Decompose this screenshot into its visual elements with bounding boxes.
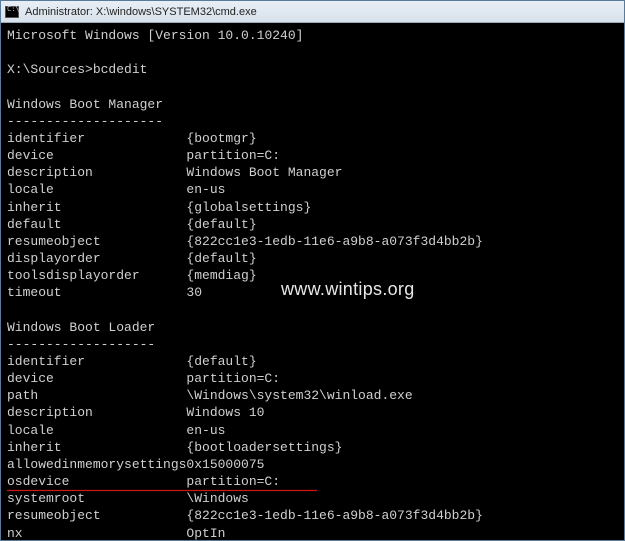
- output-row: allowedinmemorysettings0x15000075: [7, 456, 618, 473]
- output-key: osdevice: [7, 473, 186, 490]
- output-value: {bootmgr}: [186, 131, 256, 146]
- output-key: timeout: [7, 284, 186, 301]
- output-value: Windows Boot Manager: [186, 165, 342, 180]
- output-key: inherit: [7, 199, 186, 216]
- output-value: {default}: [186, 217, 256, 232]
- output-key: systemroot: [7, 490, 186, 507]
- output-value: {globalsettings}: [186, 200, 311, 215]
- output-row: identifier{bootmgr}: [7, 130, 618, 147]
- output-row: inherit{bootloadersettings}: [7, 439, 618, 456]
- highlighted-row: osdevicepartition=C:: [7, 473, 618, 490]
- typed-command: bcdedit: [93, 62, 148, 77]
- blank-line: [7, 44, 618, 61]
- output-row: devicepartition=C:: [7, 370, 618, 387]
- output-key: nx: [7, 525, 186, 540]
- banner-row: Microsoft Windows [Version 10.0.10240]: [7, 27, 618, 44]
- section-rule-row: -------------------: [7, 336, 618, 353]
- output-key: path: [7, 387, 186, 404]
- output-key: inherit: [7, 439, 186, 456]
- output-key: resumeobject: [7, 507, 186, 524]
- output-key: description: [7, 164, 186, 181]
- output-key: displayorder: [7, 250, 186, 267]
- section-rule: -------------------: [7, 337, 155, 352]
- section-title: Windows Boot Loader: [7, 320, 155, 335]
- terminal-output[interactable]: Microsoft Windows [Version 10.0.10240] X…: [1, 23, 624, 540]
- output-row: path\Windows\system32\winload.exe: [7, 387, 618, 404]
- section-rule-row: --------------------: [7, 113, 618, 130]
- section-title-row: Windows Boot Loader: [7, 319, 618, 336]
- output-row: localeen-us: [7, 422, 618, 439]
- output-row: identifier{default}: [7, 353, 618, 370]
- output-key: toolsdisplayorder: [7, 267, 186, 284]
- prompt-row: X:\Sources>bcdedit: [7, 61, 618, 78]
- output-value: {memdiag}: [186, 268, 256, 283]
- output-value: partition=C:: [186, 371, 280, 386]
- output-value: {default}: [186, 251, 256, 266]
- output-row: inherit{globalsettings}: [7, 199, 618, 216]
- output-value: \Windows\system32\winload.exe: [186, 388, 412, 403]
- output-row: localeen-us: [7, 181, 618, 198]
- section-rule: --------------------: [7, 114, 163, 129]
- output-row: devicepartition=C:: [7, 147, 618, 164]
- output-value: \Windows: [186, 491, 248, 506]
- output-row: descriptionWindows 10: [7, 404, 618, 421]
- output-value: 0x15000075: [186, 457, 264, 472]
- output-value: partition=C:: [186, 148, 280, 163]
- output-value: {822cc1e3-1edb-11e6-a9b8-a073f3d4bb2b}: [186, 508, 482, 523]
- output-key: allowedinmemorysettings: [7, 456, 186, 473]
- output-row: displayorder{default}: [7, 250, 618, 267]
- output-row: resumeobject{822cc1e3-1edb-11e6-a9b8-a07…: [7, 507, 618, 524]
- output-value: en-us: [186, 423, 225, 438]
- output-row: nxOptIn: [7, 525, 618, 540]
- titlebar[interactable]: Administrator: X:\windows\SYSTEM32\cmd.e…: [1, 1, 624, 23]
- output-row: resumeobject{822cc1e3-1edb-11e6-a9b8-a07…: [7, 233, 618, 250]
- output-key: locale: [7, 422, 186, 439]
- output-value: {default}: [186, 354, 256, 369]
- output-key: default: [7, 216, 186, 233]
- output-row: timeout30: [7, 284, 618, 301]
- output-value: Windows 10: [186, 405, 264, 420]
- section-title: Windows Boot Manager: [7, 97, 163, 112]
- output-value: {bootloadersettings}: [186, 440, 342, 455]
- output-row: systemroot\Windows: [7, 490, 618, 507]
- output-key: resumeobject: [7, 233, 186, 250]
- output-value: OptIn: [186, 526, 225, 540]
- output-key: description: [7, 404, 186, 421]
- output-row: toolsdisplayorder{memdiag}: [7, 267, 618, 284]
- output-value: {822cc1e3-1edb-11e6-a9b8-a073f3d4bb2b}: [186, 234, 482, 249]
- titlebar-text: Administrator: X:\windows\SYSTEM32\cmd.e…: [25, 6, 257, 18]
- version-banner: Microsoft Windows [Version 10.0.10240]: [7, 28, 303, 43]
- output-key: device: [7, 370, 186, 387]
- output-value: 30: [186, 285, 202, 300]
- output-value: partition=C:: [186, 474, 280, 489]
- cmd-window: Administrator: X:\windows\SYSTEM32\cmd.e…: [0, 0, 625, 541]
- output-key: device: [7, 147, 186, 164]
- cmd-icon: [5, 6, 19, 18]
- output-key: locale: [7, 181, 186, 198]
- output-key: identifier: [7, 130, 186, 147]
- blank-line: [7, 302, 618, 319]
- output-key: identifier: [7, 353, 186, 370]
- highlight-underline: [7, 490, 317, 491]
- blank-line: [7, 78, 618, 95]
- output-row: descriptionWindows Boot Manager: [7, 164, 618, 181]
- section-title-row: Windows Boot Manager: [7, 96, 618, 113]
- output-row: default{default}: [7, 216, 618, 233]
- output-value: en-us: [186, 182, 225, 197]
- prompt-path: X:\Sources>: [7, 62, 93, 77]
